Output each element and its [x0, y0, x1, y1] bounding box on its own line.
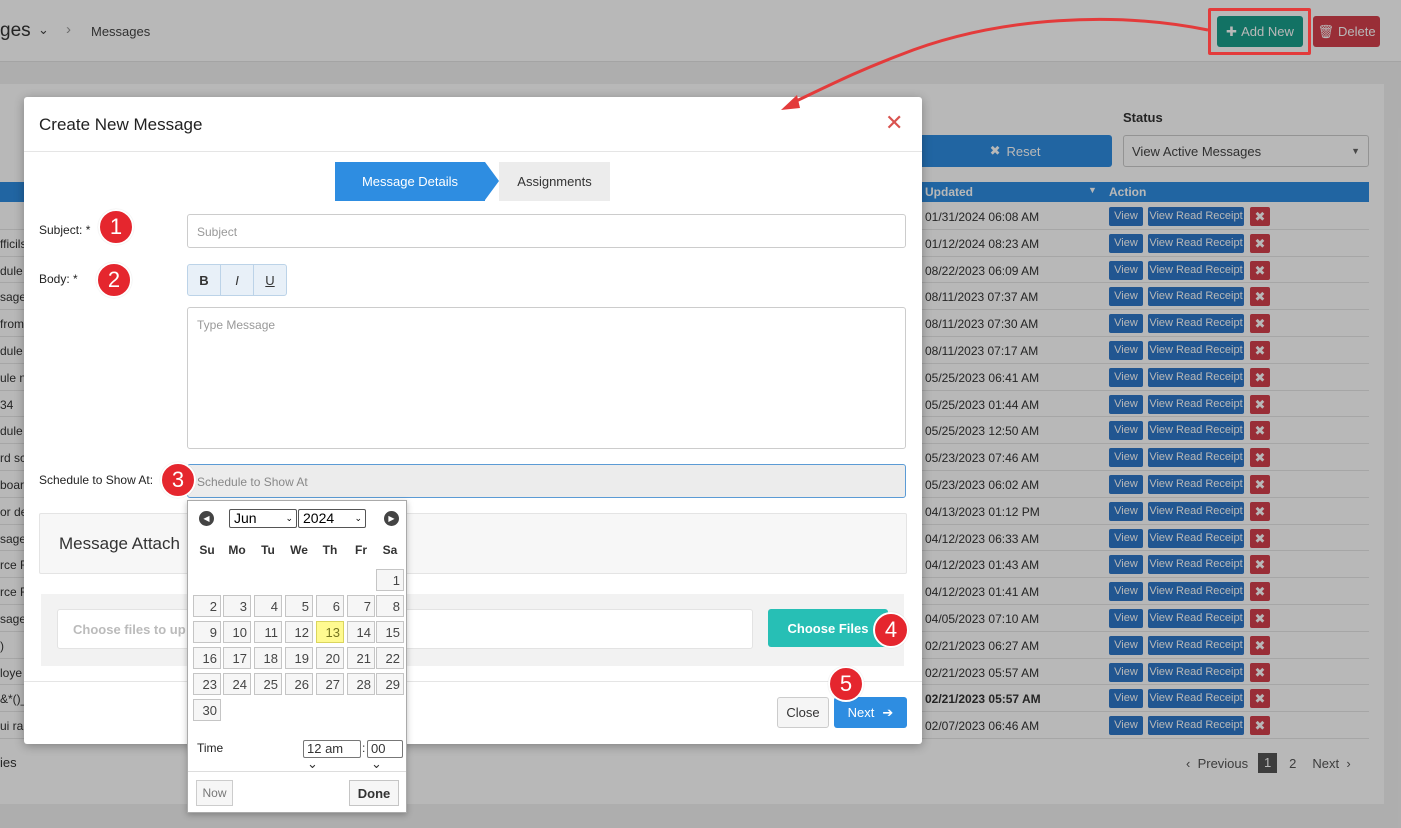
- month-select[interactable]: Jun ⌄: [229, 509, 297, 528]
- upload-area: Choose files to up Choose Files: [41, 594, 904, 666]
- modal-title: Create New Message: [39, 115, 203, 134]
- chevron-down-icon: ⌄: [307, 756, 318, 771]
- next-button-label: Next: [847, 705, 875, 720]
- chevron-down-icon: ⌄: [354, 513, 362, 523]
- calendar-day[interactable]: 14: [347, 621, 375, 643]
- calendar-day[interactable]: 23: [193, 673, 221, 695]
- chevron-down-icon: ⌄: [371, 756, 382, 771]
- annotation-highlight-box: [1208, 8, 1311, 55]
- calendar-day[interactable]: 26: [285, 673, 313, 695]
- calendar-day[interactable]: 20: [316, 647, 344, 669]
- close-icon[interactable]: ✕: [885, 110, 903, 136]
- bold-button[interactable]: B: [188, 265, 221, 295]
- hour-select[interactable]: 12 am ⌄: [303, 740, 361, 771]
- calendar-day[interactable]: 11: [254, 621, 282, 643]
- create-message-modal: Create New Message ✕ Message Details Ass…: [24, 97, 922, 744]
- calendar-day[interactable]: 10: [223, 621, 251, 643]
- calendar-day[interactable]: 2: [193, 595, 221, 617]
- annotation-badge-4: 4: [873, 612, 909, 648]
- calendar-day[interactable]: 17: [223, 647, 251, 669]
- year-value: 2024: [303, 510, 335, 526]
- calendar-day[interactable]: 1: [376, 569, 404, 591]
- attachments-panel: Message Attach: [39, 513, 907, 574]
- calendar-day[interactable]: 9: [193, 621, 221, 643]
- annotation-badge-1: 1: [98, 209, 134, 245]
- weekday-header: Mo: [228, 543, 246, 557]
- hour-value: 12 am: [307, 741, 344, 756]
- calendar-day[interactable]: 29: [376, 673, 404, 695]
- divider: [24, 151, 922, 152]
- body-textarea[interactable]: Type Message: [187, 307, 906, 449]
- weekday-header: Th: [322, 543, 338, 557]
- calendar-day[interactable]: 4: [254, 595, 282, 617]
- subject-label: Subject: *: [39, 223, 91, 237]
- calendar-day[interactable]: 7: [347, 595, 375, 617]
- weekday-header: Su: [199, 543, 215, 557]
- calendar-day[interactable]: 28: [347, 673, 375, 695]
- calendar-day[interactable]: 6: [316, 595, 344, 617]
- calendar-day[interactable]: 25: [254, 673, 282, 695]
- calendar-day[interactable]: 19: [285, 647, 313, 669]
- calendar-day[interactable]: 5: [285, 595, 313, 617]
- datepicker-popup: ◀ Jun ⌄ 2024 ⌄ ▶ Su Mo Tu We Th Fr Sa 1 2 3 4 5 6 7 8 9 10…: [187, 500, 407, 813]
- annotation-badge-5: 5: [828, 666, 864, 702]
- weekday-header: Sa: [382, 543, 398, 557]
- calendar-day-today[interactable]: 13: [316, 621, 344, 643]
- next-month-icon[interactable]: ▶: [384, 511, 399, 526]
- calendar-day[interactable]: 15: [376, 621, 404, 643]
- annotation-badge-2: 2: [96, 262, 132, 298]
- weekday-header: Fr: [355, 543, 367, 557]
- calendar-day[interactable]: 30: [193, 699, 221, 721]
- annotation-badge-3: 3: [160, 462, 196, 498]
- calendar-day[interactable]: 8: [376, 595, 404, 617]
- step-message-details[interactable]: Message Details: [335, 162, 485, 201]
- calendar-day[interactable]: 24: [223, 673, 251, 695]
- schedule-input[interactable]: Schedule to Show At: [187, 464, 906, 498]
- italic-button[interactable]: I: [221, 265, 254, 295]
- calendar-day[interactable]: 12: [285, 621, 313, 643]
- time-label: Time: [197, 741, 224, 755]
- calendar-day[interactable]: 3: [223, 595, 251, 617]
- underline-button[interactable]: U: [254, 265, 286, 295]
- now-button[interactable]: Now: [196, 780, 233, 806]
- time-separator: :: [362, 741, 366, 755]
- schedule-label: Schedule to Show At:: [39, 473, 154, 487]
- divider: [24, 681, 922, 682]
- attachments-title: Message Attach: [59, 534, 180, 553]
- divider: [188, 771, 406, 772]
- calendar-day[interactable]: 22: [376, 647, 404, 669]
- done-button[interactable]: Done: [349, 780, 399, 806]
- step-assignments[interactable]: Assignments: [499, 162, 610, 201]
- weekday-header: We: [290, 543, 308, 557]
- subject-input[interactable]: Subject: [187, 214, 906, 248]
- format-toolbar: B I U: [187, 264, 287, 296]
- arrow-right-icon: ➔: [882, 704, 894, 720]
- close-button[interactable]: Close: [777, 697, 829, 728]
- step-arrow: [485, 162, 499, 200]
- month-value: Jun: [234, 510, 257, 526]
- calendar-day[interactable]: 27: [316, 673, 344, 695]
- calendar-day[interactable]: 21: [347, 647, 375, 669]
- minute-select[interactable]: 00 ⌄: [367, 740, 403, 771]
- year-select[interactable]: 2024 ⌄: [298, 509, 366, 528]
- calendar-day[interactable]: 18: [254, 647, 282, 669]
- weekday-header: Tu: [261, 543, 275, 557]
- minute-value: 00: [371, 741, 386, 756]
- body-label: Body: *: [39, 272, 78, 286]
- choose-files-button[interactable]: Choose Files: [768, 609, 888, 647]
- chevron-down-icon: ⌄: [285, 513, 293, 523]
- previous-month-icon[interactable]: ◀: [199, 511, 214, 526]
- calendar-day[interactable]: 16: [193, 647, 221, 669]
